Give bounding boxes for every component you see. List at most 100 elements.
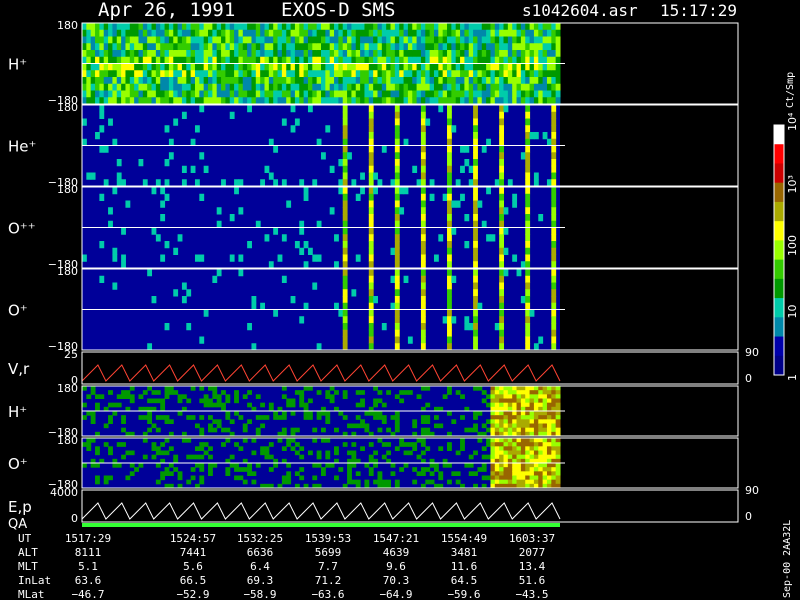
heat-cell [321,63,326,71]
heat-cell [368,207,374,215]
heat-cell [447,446,452,451]
heat-cell [477,43,483,51]
heat-cell [490,234,496,242]
heat-cell [420,247,426,255]
heat-cell [103,63,109,71]
heat-cell [281,475,287,481]
heat-cell [420,77,426,85]
heat-cell [520,63,526,71]
heat-cell [268,172,274,180]
heat-cell [516,23,522,31]
heat-cell [399,83,405,91]
heat-cell [494,402,500,408]
heat-cell [212,275,218,283]
heat-cell [342,63,348,71]
heat-cell [160,50,166,58]
heat-cell [307,90,313,98]
heat-cell [225,43,231,51]
heat-cell [129,471,135,476]
heat-cell [221,70,226,78]
heat-cell [194,463,200,468]
heat-cell [420,70,426,78]
heat-cell [299,227,305,235]
heat-cell [347,36,352,44]
heat-cell [108,29,113,37]
heat-cell [99,63,105,71]
heat-cell [460,70,465,78]
heat-cell [473,172,478,180]
heat-cell [251,479,257,485]
heat-cell [438,63,444,71]
heat-cell [103,77,109,85]
heat-cell [512,29,518,37]
heat-cell [377,390,383,395]
heat-cell [316,450,322,456]
heat-cell [538,419,544,424]
heat-cell [221,50,226,58]
heat-cell [507,415,513,420]
heat-cell [546,442,552,447]
heat-cell [486,70,491,78]
heat-cell [407,23,413,31]
heat-cell [420,29,426,37]
heat-cell [420,227,426,235]
heat-cell [121,56,126,64]
heat-cell [142,83,148,91]
heat-cell [142,438,148,443]
heat-cell [407,390,413,395]
heat-cell [86,29,92,37]
heat-cell [499,336,505,344]
heat-cell [499,438,505,443]
heat-cell [273,415,279,420]
heat-cell [181,70,187,78]
heat-cell [294,50,300,58]
heat-cell [499,125,505,133]
heat-cell [442,83,448,91]
heat-cell [451,29,457,37]
heat-cell [477,70,483,78]
heat-cell [264,56,270,64]
heat-cell [473,214,478,222]
heat-cell [82,29,87,37]
heat-cell [147,36,153,44]
heat-cell [199,83,205,91]
heat-cell [433,23,439,31]
heat-cell [494,450,500,456]
heat-cell [212,90,218,98]
heat-cell [525,56,531,64]
heat-cell [438,97,444,105]
heat-cell [264,454,270,460]
heat-cell [525,309,531,317]
heat-cell [99,394,105,399]
heat-cell [112,282,118,290]
heat-cell [334,234,339,242]
heat-cell [103,36,109,44]
heat-cell [503,471,509,476]
heat-cell [229,463,235,468]
heat-cell [525,471,531,476]
heat-cell [103,29,109,37]
footer-value: 1517:29 [65,532,111,545]
heat-cell [325,50,331,58]
heat-cell [247,390,252,395]
heat-cell [208,467,213,472]
heat-cell [460,97,465,105]
heat-cell [429,471,435,476]
heat-cell [112,402,118,408]
heat-cell [451,56,457,64]
heat-cell [82,83,87,91]
heat-cell [281,275,287,283]
heat-cell [460,145,465,153]
heat-cell [420,132,426,140]
heat-cell [473,343,478,351]
heat-cell [194,125,200,133]
heat-cell [499,118,505,126]
heat-cell [186,50,192,58]
heat-cell [194,83,200,91]
heat-cell [460,36,465,44]
heat-cell [420,261,426,269]
heat-cell [199,442,205,447]
heat-cell [381,402,387,408]
heat-cell [368,23,374,31]
heat-cell [360,23,365,31]
